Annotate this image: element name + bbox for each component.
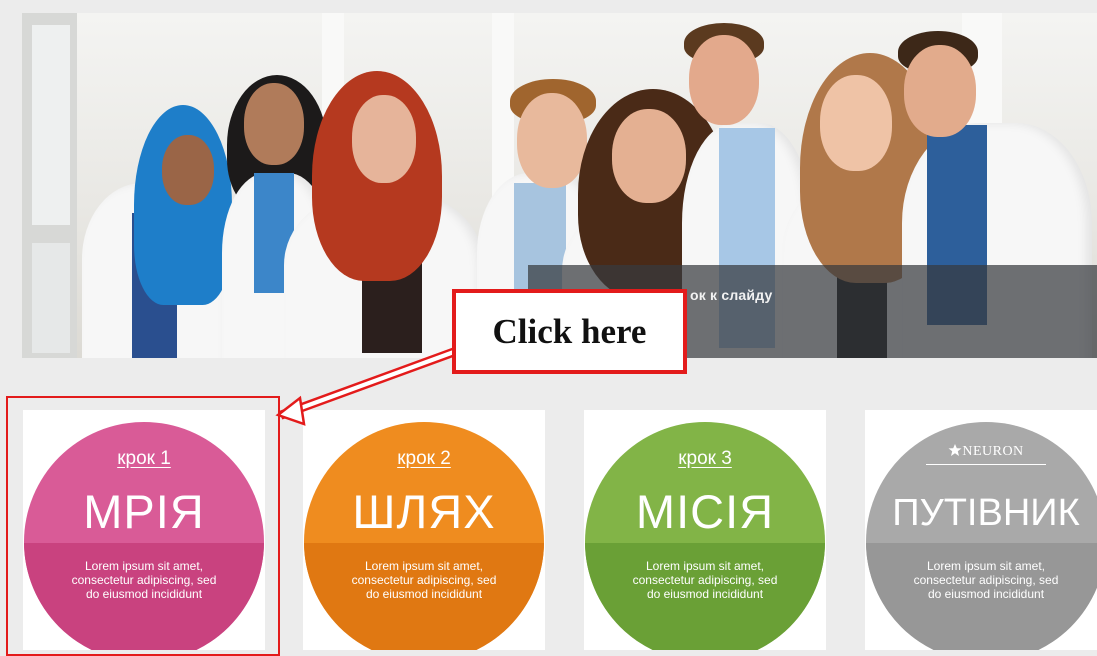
step-circle: крок 3 МІСІЯ Lorem ipsum sit amet, conse… [585, 422, 825, 650]
step-card-3[interactable]: крок 3 МІСІЯ Lorem ipsum sit amet, conse… [584, 410, 826, 650]
highlight-box [6, 396, 280, 656]
go-to-slide-link[interactable]: ок к слайду [690, 287, 772, 303]
neuron-star-icon [948, 444, 962, 456]
card-description: Lorem ipsum sit amet, consectetur adipis… [913, 559, 1059, 601]
neuron-logo: NEURON [866, 444, 1097, 465]
neuron-logo-text: NEURON [962, 444, 1024, 459]
card-description: Lorem ipsum sit amet, consectetur adipis… [632, 559, 778, 601]
click-here-callout: Click here [452, 289, 687, 374]
step-card-2[interactable]: крок 2 ШЛЯХ Lorem ipsum sit amet, consec… [303, 410, 545, 650]
callout-text: Click here [492, 311, 647, 351]
card-description: Lorem ipsum sit amet, consectetur adipis… [351, 559, 497, 601]
card-title: ШЛЯХ [352, 485, 496, 538]
card-title: МІСІЯ [635, 485, 775, 538]
step-label[interactable]: крок 3 [585, 448, 825, 470]
window-pane [32, 25, 70, 225]
window-pane [32, 243, 70, 353]
step-circle: крок 2 ШЛЯХ Lorem ipsum sit amet, consec… [304, 422, 544, 650]
card-title: ПУТІВНИК [892, 492, 1080, 534]
step-circle: NEURON ПУТІВНИК Lorem ipsum sit amet, co… [866, 422, 1097, 650]
step-label[interactable]: крок 2 [304, 448, 544, 470]
guide-card[interactable]: NEURON ПУТІВНИК Lorem ipsum sit amet, co… [865, 410, 1097, 650]
